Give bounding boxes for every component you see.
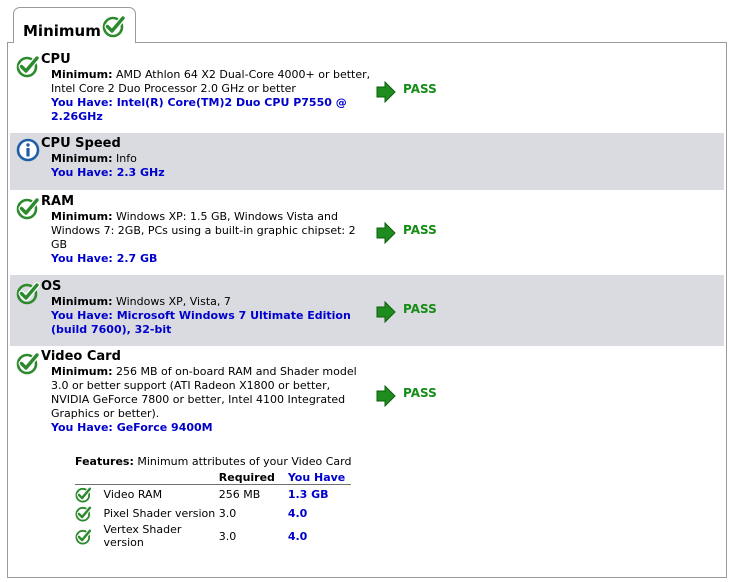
arrow-right-icon [376,301,396,323]
minimum-text: Minimum: AMD Athlon 64 X2 Dual-Core 4000… [51,68,371,95]
section-title: CPU Speed [41,136,121,151]
arrow-right-icon [376,81,396,103]
feature-you-have: 4.0 [287,507,308,520]
minimum-text: Minimum: Windows XP: 1.5 GB, Windows Vis… [51,210,356,251]
minimum-text: Minimum: Windows XP, Vista, 7 [51,295,231,308]
feature-you-have: 1.3 GB [287,488,329,501]
feature-required: 3.0 [218,529,237,543]
table-row: Vertex Shader version 3.0 4.0 [75,523,351,549]
you-have-text: You Have: Intel(R) Core(TM)2 Duo CPU P75… [51,96,347,123]
minimum-text: Minimum: 256 MB of on-board RAM and Shad… [51,365,357,420]
status-pass: PASS [403,386,437,400]
check-icon [75,505,92,522]
info-icon [16,138,40,162]
video-card-features: Features: Minimum attributes of your Vid… [75,455,352,549]
features-heading: Features: Minimum attributes of your Vid… [75,455,352,468]
you-have-text: You Have: Microsoft Windows 7 Ultimate E… [51,309,351,336]
check-icon [16,196,40,220]
minimum-text: Minimum: Info [51,152,137,165]
you-have-text: You Have: GeForce 9400M [51,421,213,434]
you-have-text: You Have: 2.7 GB [51,252,158,265]
column-you-have: You Have [287,470,346,484]
tab-label: Minimum [23,22,101,40]
section-ram: RAM Minimum: Windows XP: 1.5 GB, Windows… [10,192,724,268]
section-os: OS Minimum: Windows XP, Vista, 7 You Hav… [10,275,724,346]
section-title: OS [41,279,62,294]
status-pass: PASS [403,223,437,237]
feature-name: Vertex Shader version [103,523,182,549]
table-row: Video RAM 256 MB 1.3 GB [75,485,351,505]
check-icon [75,486,92,503]
check-icon [102,14,126,38]
section-cpu: CPU Minimum: AMD Athlon 64 X2 Dual-Core … [10,50,724,126]
you-have-text: You Have: 2.3 GHz [51,166,165,179]
check-icon [16,54,40,78]
tab-minimum[interactable]: Minimum [13,7,136,43]
status-pass: PASS [403,82,437,96]
section-title: Video Card [41,349,121,364]
arrow-right-icon [376,385,396,407]
arrow-right-icon [376,222,396,244]
features-table: Required You Have Video RAM 256 MB 1.3 G… [75,470,352,549]
section-cpu-speed: CPU Speed Minimum: Info You Have: 2.3 GH… [10,133,724,190]
section-title: RAM [41,194,75,209]
check-icon [16,351,40,375]
check-icon [16,281,40,305]
status-pass: PASS [403,302,437,316]
section-video-card: Video Card Minimum: 256 MB of on-board R… [10,347,724,437]
check-icon [75,528,92,545]
feature-you-have: 4.0 [287,529,308,543]
table-row: Pixel Shader version 3.0 4.0 [75,504,351,523]
feature-name: Pixel Shader version [103,507,216,520]
column-required: Required [218,470,275,484]
feature-required: 3.0 [218,507,237,520]
feature-required: 256 MB [218,488,261,501]
section-title: CPU [41,52,71,67]
features-header-row: Required You Have [75,470,352,485]
feature-name: Video RAM [103,488,163,501]
